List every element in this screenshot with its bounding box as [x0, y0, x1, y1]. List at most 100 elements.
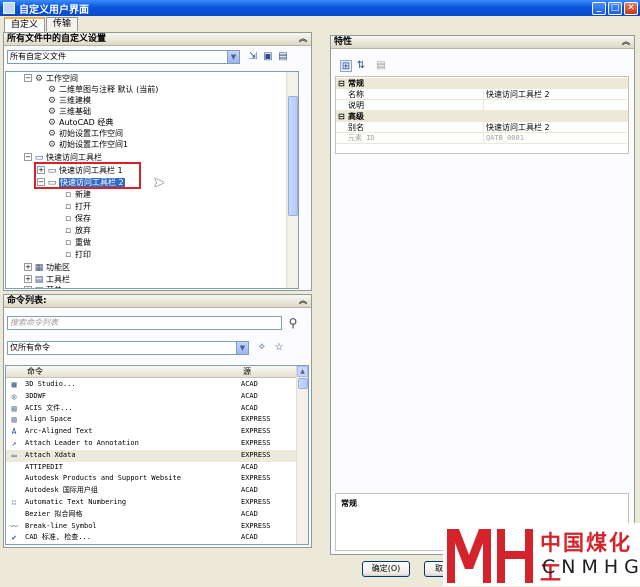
collapse-toggle-icon[interactable]: − — [24, 153, 32, 161]
command-list-scrollbar[interactable]: ▲ — [296, 366, 308, 544]
new-command-icon[interactable]: ☆ — [273, 342, 285, 354]
command-name: ATTIPEDIT — [25, 462, 63, 471]
open-file-icon[interactable]: ⇲ — [247, 51, 259, 63]
search-icon[interactable]: ⚲ — [287, 317, 299, 329]
mouse-pointer-icon: ➤ — [153, 175, 165, 191]
customization-file-combo[interactable]: 所有自定义文件 ▼ — [7, 50, 240, 64]
3ddwf-icon: ◎ — [11, 391, 17, 401]
window-icon[interactable]: ▤ — [277, 51, 289, 63]
column-source[interactable]: 源 — [243, 366, 251, 377]
tree-item-workspace[interactable]: ⚙ 三维建模 — [47, 95, 91, 106]
app-icon — [3, 2, 15, 14]
scroll-thumb[interactable] — [298, 378, 308, 389]
ok-button[interactable]: 确定(O) — [362, 561, 410, 577]
property-row-description[interactable]: 说明 — [336, 100, 628, 111]
sort-alphabetical-icon[interactable]: ⇅ — [355, 60, 367, 72]
find-command-icon[interactable]: ✧ — [256, 342, 268, 354]
scroll-thumb[interactable] — [288, 96, 298, 216]
category-general[interactable]: ⊟ 常规 — [336, 78, 628, 89]
categorized-icon[interactable]: ⊞ — [340, 60, 352, 72]
expand-toggle-icon[interactable]: + — [24, 286, 32, 288]
tree-item-workspace[interactable]: ⚙ 初始设置工作空间1 — [47, 139, 128, 150]
command-source: ACAD — [241, 403, 258, 412]
tab-transfer[interactable]: 传输 — [46, 17, 79, 31]
property-pages-icon[interactable]: ▤ — [375, 60, 387, 72]
command-source: ACAD — [241, 462, 258, 471]
command-row[interactable]: ▥ Align Space EXPRESS — [6, 414, 298, 426]
command-name: Attach Leader to Annotation — [25, 439, 139, 447]
expand-toggle-icon[interactable]: + — [24, 263, 32, 271]
property-row-element-id: 元素 ID QATB_0001 — [336, 133, 628, 144]
tree-item-workspace[interactable]: ⚙ 初始设置工作空间 — [47, 128, 123, 139]
collapse-toggle-icon[interactable]: ⊟ — [338, 78, 345, 89]
command-icon: ▫ — [64, 190, 72, 200]
tree-node-ribbon[interactable]: + ▦ 功能区 — [24, 262, 70, 273]
command-row[interactable]: Autodesk Products and Support Website EXP… — [6, 473, 298, 485]
command-name: Autodesk Products and Support Website — [25, 474, 181, 483]
tree-item-command[interactable]: ▫ 保存 — [63, 213, 91, 224]
tree-item-command[interactable]: ▫ 新建 — [63, 189, 91, 200]
tree-item-command[interactable]: ▫ 打开 — [63, 201, 91, 212]
command-row[interactable]: Bezier 拟合网格 ACAD — [6, 509, 298, 521]
customizations-header: 所有文件中的自定义设置 ︽ — [4, 33, 311, 46]
command-row[interactable]: A Arc-Aligned Text EXPRESS — [6, 426, 298, 438]
filter-combo-value: 仅所有命令 — [10, 343, 50, 352]
tree-node-workspaces[interactable]: − ⚙ 工作空间 — [24, 73, 78, 84]
command-source: ACAD — [241, 380, 258, 388]
category-advanced[interactable]: ⊟ 高级 — [336, 111, 628, 122]
command-row[interactable]: ▭ Attach Xdata EXPRESS — [6, 449, 298, 462]
command-row[interactable]: 〰 Break-line Symbol EXPRESS — [6, 521, 298, 533]
command-row[interactable]: CAD 标准, 配置... ACAD — [6, 544, 298, 545]
command-row[interactable]: ↗ Attach Leader to Annotation EXPRESS — [6, 438, 298, 450]
column-command[interactable]: 命令 — [27, 366, 43, 377]
command-source: ACAD — [241, 509, 258, 518]
tree-item-workspace[interactable]: ⚙ 三维基础 — [47, 106, 91, 117]
close-button[interactable]: ✕ — [624, 1, 638, 15]
command-icon: ▫ — [64, 202, 72, 212]
tree-node-toolbars[interactable]: + ▤ 工具栏 — [24, 274, 70, 285]
minimize-button[interactable]: _ — [592, 1, 606, 15]
property-row-alias[interactable]: 别名 快速访问工具栏 2 — [336, 122, 628, 133]
properties-title: 特性 — [334, 37, 353, 47]
collapse-icon[interactable]: ︽ — [298, 34, 308, 44]
maximize-button[interactable]: □ — [608, 1, 622, 15]
watermark-en: CNMHG — [542, 556, 640, 578]
chevron-down-icon[interactable]: ▼ — [236, 342, 248, 354]
numbering-icon: ∷ — [11, 498, 17, 507]
command-name: Arc-Aligned Text — [25, 427, 93, 436]
save-icon[interactable]: ▣ — [262, 51, 274, 63]
collapse-toggle-icon[interactable]: ⊟ — [338, 111, 345, 122]
command-filter-combo[interactable]: 仅所有命令 ▼ — [7, 341, 249, 355]
command-name: CAD 标准, 检查... — [25, 533, 91, 542]
watermark-logo: MH 中国煤化工 CNMHG — [443, 523, 640, 586]
command-row[interactable]: ATTIPEDIT ACAD — [6, 462, 298, 474]
tree-item-workspace[interactable]: ⚙ AutoCAD 经典 — [47, 117, 113, 128]
tree-node-menus[interactable]: +▤菜单 — [24, 285, 62, 288]
command-row[interactable]: Autodesk 国际用户组 ACAD — [6, 485, 298, 497]
tab-customize[interactable]: 自定义 — [4, 17, 46, 32]
tree-item-command[interactable]: ▫ 放弃 — [63, 225, 91, 236]
command-name: Autodesk 国际用户组 — [25, 486, 98, 495]
collapse-icon[interactable]: ︽ — [298, 296, 308, 306]
xdata-icon: ▭ — [11, 450, 17, 460]
command-row[interactable]: ▦ 3D Studio... ACAD — [6, 379, 298, 391]
property-row-name[interactable]: 名称 快速访问工具栏 2 — [336, 89, 628, 100]
tree-item-workspace[interactable]: ⚙ 二维草图与注释 默认 (当前) — [47, 84, 158, 95]
tree-item-command[interactable]: ▫ 打印 — [63, 249, 91, 260]
window-title: 自定义用户界面 — [19, 4, 89, 16]
scroll-up-icon[interactable]: ▲ — [297, 366, 308, 377]
title-bar: 自定义用户界面 _ □ ✕ — [0, 0, 640, 16]
command-row[interactable]: ∷ Automatic Text Numbering EXPRESS — [6, 497, 298, 509]
collapse-icon[interactable]: ︽ — [621, 37, 631, 47]
tree-item-command[interactable]: ▫ 重做 — [63, 237, 91, 248]
command-source: EXPRESS — [241, 415, 271, 424]
expand-toggle-icon[interactable]: + — [24, 275, 32, 283]
search-input[interactable]: 搜索命令列表 — [7, 316, 282, 330]
command-row[interactable]: ▤ ACIS 文件... ACAD — [6, 403, 298, 415]
collapse-toggle-icon[interactable]: − — [24, 74, 32, 82]
chevron-down-icon[interactable]: ▼ — [227, 51, 239, 63]
command-source: EXPRESS — [241, 427, 271, 436]
tree-scrollbar[interactable] — [286, 72, 298, 288]
command-row[interactable]: ✔ CAD 标准, 检查... ACAD — [6, 532, 298, 544]
command-row[interactable]: ◎ 3DDWF ACAD — [6, 391, 298, 403]
